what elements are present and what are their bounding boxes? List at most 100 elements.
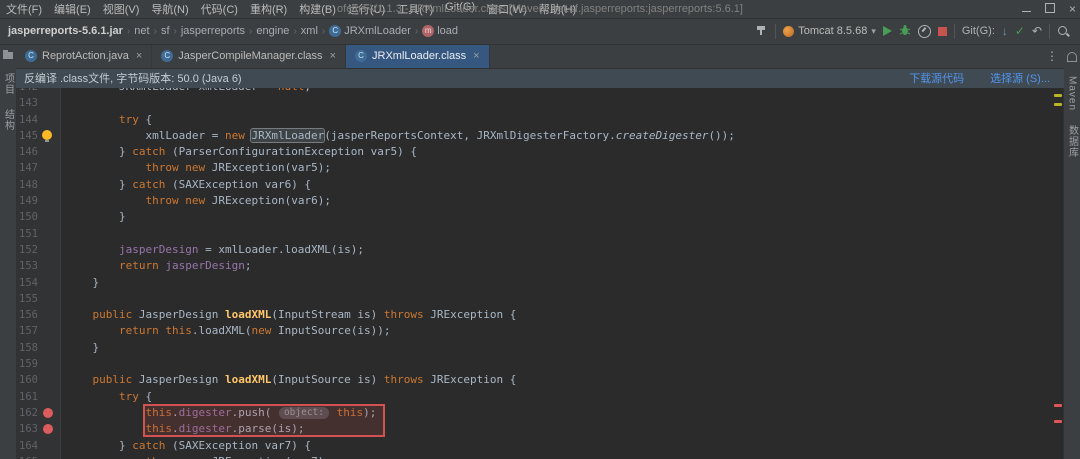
line-number[interactable]: 155	[16, 291, 38, 307]
breadcrumb-item[interactable]: jasperreports-5.6.1.jar	[8, 25, 123, 37]
line-number[interactable]: 156	[16, 307, 38, 323]
gutter-icons[interactable]	[38, 193, 60, 209]
gutter-icons[interactable]	[38, 144, 60, 160]
breakpoint-icon[interactable]	[43, 424, 53, 435]
line-number[interactable]: 144	[16, 112, 38, 128]
line-number[interactable]: 142	[16, 88, 38, 95]
notifications-icon[interactable]	[1067, 52, 1077, 62]
warning-stripe-mark[interactable]	[1054, 94, 1062, 97]
intention-bulb-icon[interactable]	[42, 129, 52, 142]
debug-icon[interactable]	[899, 24, 911, 39]
git-commit-icon[interactable]: ✓	[1015, 25, 1025, 37]
code-editor[interactable]: 142 JRXmlLoader xmlLoader = null;143144 …	[16, 88, 1064, 459]
tool-button-maven[interactable]: Maven	[1067, 76, 1078, 111]
gutter-icons[interactable]	[38, 454, 60, 459]
tool-button-project[interactable]: 项目	[1, 73, 16, 95]
gutter-icons[interactable]	[38, 389, 60, 405]
menu-item[interactable]: 重构(R)	[244, 1, 293, 17]
gutter-icons[interactable]	[38, 160, 60, 176]
line-number[interactable]: 143	[16, 95, 38, 111]
gutter-icons[interactable]	[38, 95, 60, 111]
gutter-icons[interactable]	[38, 88, 60, 95]
run-button[interactable]	[882, 26, 892, 36]
tab-close-icon[interactable]: ×	[473, 50, 479, 62]
menu-item[interactable]: 文件(F)	[0, 1, 48, 17]
build-hammer-icon[interactable]	[756, 24, 768, 39]
menu-item[interactable]: 窗口(W)	[481, 1, 533, 17]
breadcrumb-item[interactable]: sf	[161, 25, 170, 37]
gutter-icons[interactable]	[38, 340, 60, 356]
tool-button-database[interactable]: 数据库	[1065, 125, 1080, 158]
menu-item[interactable]: 构建(B)	[293, 1, 342, 17]
profiler-icon[interactable]	[917, 24, 931, 38]
line-number[interactable]: 163	[16, 421, 38, 437]
gutter-icons[interactable]	[38, 323, 60, 339]
menu-item[interactable]: 帮助(H)	[533, 1, 582, 17]
gutter-icons[interactable]	[38, 177, 60, 193]
breadcrumb-item[interactable]: engine	[256, 25, 289, 37]
editor-tab[interactable]: C JRXmlLoader.class ×	[346, 44, 490, 68]
line-number[interactable]: 147	[16, 160, 38, 176]
gutter-icons[interactable]	[38, 112, 60, 128]
minimize-button[interactable]	[1021, 3, 1031, 15]
choose-sources-link[interactable]: 选择源 (S)...	[990, 70, 1050, 86]
line-number[interactable]: 159	[16, 356, 38, 372]
search-icon[interactable]	[1057, 25, 1070, 38]
line-number[interactable]: 149	[16, 193, 38, 209]
editor-tab[interactable]: C ReprotAction.java ×	[16, 44, 153, 68]
tab-close-icon[interactable]: ×	[330, 50, 336, 62]
breadcrumb-item[interactable]: jasperreports	[181, 25, 245, 37]
tool-button-structure[interactable]: 结构	[1, 109, 16, 131]
line-number[interactable]: 151	[16, 226, 38, 242]
gutter-icons[interactable]	[38, 209, 60, 225]
gutter-icons[interactable]	[38, 291, 60, 307]
download-sources-link[interactable]: 下载源代码	[909, 70, 964, 86]
line-number[interactable]: 154	[16, 275, 38, 291]
breadcrumb-item[interactable]: xml	[301, 25, 318, 37]
gutter-icons[interactable]	[38, 307, 60, 323]
line-number[interactable]: 164	[16, 438, 38, 454]
warning-stripe-mark[interactable]	[1054, 103, 1062, 106]
breadcrumb-item[interactable]: m load	[422, 25, 458, 37]
maximize-button[interactable]	[1044, 2, 1055, 16]
gutter-icons[interactable]	[38, 258, 60, 274]
gutter-icons[interactable]	[38, 275, 60, 291]
project-tool-icon[interactable]	[3, 50, 13, 59]
git-rollback-icon[interactable]: ↶	[1032, 25, 1042, 37]
breadcrumb-item[interactable]: C JRXmlLoader	[329, 25, 411, 37]
error-stripe-mark[interactable]	[1054, 404, 1062, 407]
line-number[interactable]: 157	[16, 323, 38, 339]
menu-item[interactable]: 导航(N)	[145, 1, 194, 17]
close-button[interactable]: ×	[1069, 3, 1076, 15]
gutter-icons[interactable]	[38, 438, 60, 454]
menu-item[interactable]: 运行(U)	[342, 1, 391, 17]
breadcrumb-item[interactable]: net	[134, 25, 149, 37]
menu-item[interactable]: 工具(T)	[391, 1, 439, 17]
line-number[interactable]: 148	[16, 177, 38, 193]
gutter-icons[interactable]	[38, 405, 60, 421]
git-update-icon[interactable]: ↓	[1002, 25, 1008, 37]
line-number[interactable]: 162	[16, 405, 38, 421]
line-number[interactable]: 160	[16, 372, 38, 388]
line-number[interactable]: 146	[16, 144, 38, 160]
run-configuration-select[interactable]: Tomcat 8.5.68 ▾	[783, 25, 876, 37]
line-number[interactable]: 165	[16, 454, 38, 459]
menu-item[interactable]: 代码(C)	[195, 1, 244, 17]
editor-tab[interactable]: C JasperCompileManager.class ×	[152, 44, 346, 68]
breakpoint-icon[interactable]	[43, 407, 53, 418]
line-number[interactable]: 145	[16, 128, 38, 144]
gutter-icons[interactable]	[38, 372, 60, 388]
gutter-icons[interactable]	[38, 128, 60, 144]
menu-item[interactable]: 编辑(E)	[48, 1, 97, 17]
menu-item[interactable]: 视图(V)	[97, 1, 146, 17]
menu-item[interactable]: Git(G)	[439, 1, 481, 17]
tab-close-icon[interactable]: ×	[136, 50, 142, 62]
error-stripe-mark[interactable]	[1054, 420, 1062, 423]
tab-options-icon[interactable]: ⋮	[1040, 49, 1064, 63]
gutter-icons[interactable]	[38, 421, 60, 437]
gutter-icons[interactable]	[38, 226, 60, 242]
line-number[interactable]: 158	[16, 340, 38, 356]
gutter-icons[interactable]	[38, 242, 60, 258]
stop-button[interactable]	[937, 26, 947, 36]
gutter-icons[interactable]	[38, 356, 60, 372]
